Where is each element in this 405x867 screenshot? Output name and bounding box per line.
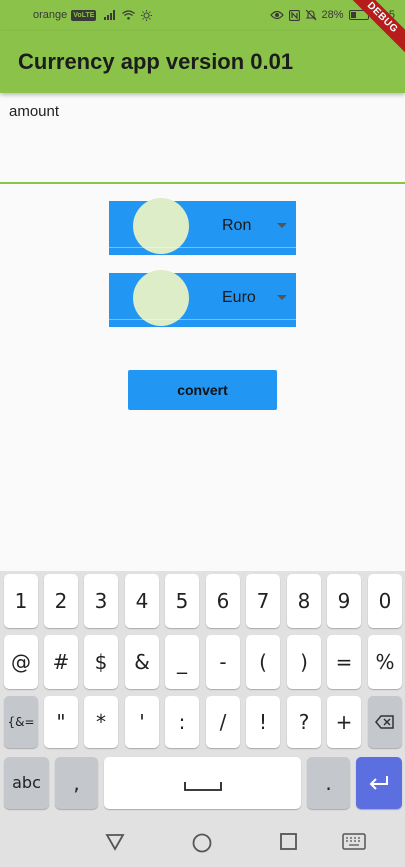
amount-label: amount: [9, 103, 60, 120]
back-icon[interactable]: [105, 833, 125, 851]
backspace-icon: [375, 715, 394, 729]
ripple-highlight: [133, 270, 189, 326]
from-currency-dropdown[interactable]: Ron: [109, 198, 296, 255]
key-2[interactable]: 2: [44, 574, 78, 628]
key-single-quote[interactable]: ': [125, 696, 159, 748]
volte-badge: VoLTE: [71, 9, 97, 21]
key-asterisk[interactable]: *: [84, 696, 118, 748]
key-equals[interactable]: =: [327, 635, 361, 689]
key-minus[interactable]: -: [206, 635, 240, 689]
key-3[interactable]: 3: [84, 574, 118, 628]
chevron-down-icon: [277, 295, 287, 300]
wifi-icon: [122, 10, 136, 20]
signal-icon: [104, 10, 116, 20]
status-bar: orange VoLTE 28% 10:5: [0, 0, 405, 31]
space-key[interactable]: [104, 757, 301, 809]
convert-button[interactable]: convert: [128, 370, 277, 410]
key-colon[interactable]: :: [165, 696, 199, 748]
key-left-paren[interactable]: (: [246, 635, 280, 689]
enter-key[interactable]: [356, 757, 402, 809]
key-5[interactable]: 5: [165, 574, 199, 628]
key-ampersand[interactable]: &: [125, 635, 159, 689]
key-9[interactable]: 9: [327, 574, 361, 628]
numeric-keyboard: 1 2 3 4 5 6 7 8 9 0 @ # $ & _ - ( ) = % …: [0, 571, 405, 816]
key-hash[interactable]: #: [44, 635, 78, 689]
keyboard-icon[interactable]: [342, 833, 366, 850]
to-currency-value: Euro: [222, 289, 256, 306]
nfc-icon: [288, 9, 300, 21]
key-0[interactable]: 0: [368, 574, 402, 628]
key-underscore[interactable]: _: [165, 635, 199, 689]
key-right-paren[interactable]: ): [287, 635, 321, 689]
dropdown-underline: [109, 247, 296, 248]
brightness-icon: [141, 9, 153, 21]
key-comma[interactable]: ,: [55, 757, 98, 809]
ripple-highlight: [133, 198, 189, 254]
key-percent[interactable]: %: [368, 635, 402, 689]
status-left: orange VoLTE: [33, 9, 153, 21]
chevron-down-icon: [277, 223, 287, 228]
key-double-quote[interactable]: ": [44, 696, 78, 748]
abc-key[interactable]: abc: [4, 757, 49, 809]
key-6[interactable]: 6: [206, 574, 240, 628]
app-bar: Currency app version 0.01: [0, 31, 405, 93]
eye-icon: [269, 10, 284, 20]
key-7[interactable]: 7: [246, 574, 280, 628]
key-question[interactable]: ?: [287, 696, 321, 748]
enter-icon: [369, 776, 388, 790]
battery-percent: 28%: [321, 9, 344, 21]
home-icon[interactable]: [192, 833, 212, 853]
symbols-toggle-key[interactable]: {&=: [4, 696, 38, 748]
key-plus[interactable]: +: [327, 696, 361, 748]
app-title: Currency app version 0.01: [18, 49, 294, 74]
from-currency-value: Ron: [222, 217, 252, 234]
key-at[interactable]: @: [4, 635, 38, 689]
backspace-key[interactable]: [368, 696, 402, 748]
amount-input[interactable]: amount: [0, 93, 405, 184]
carrier-name: orange: [33, 9, 68, 21]
key-slash[interactable]: /: [206, 696, 240, 748]
key-exclamation[interactable]: !: [246, 696, 280, 748]
key-dollar[interactable]: $: [84, 635, 118, 689]
space-icon: [183, 782, 222, 791]
key-8[interactable]: 8: [287, 574, 321, 628]
to-currency-dropdown[interactable]: Euro: [109, 270, 296, 327]
key-1[interactable]: 1: [4, 574, 38, 628]
key-4[interactable]: 4: [125, 574, 159, 628]
key-period[interactable]: .: [307, 757, 350, 809]
bell-off-icon: [305, 9, 316, 21]
recents-icon[interactable]: [280, 833, 298, 851]
dropdown-underline: [109, 319, 296, 320]
navigation-bar: [0, 816, 405, 867]
